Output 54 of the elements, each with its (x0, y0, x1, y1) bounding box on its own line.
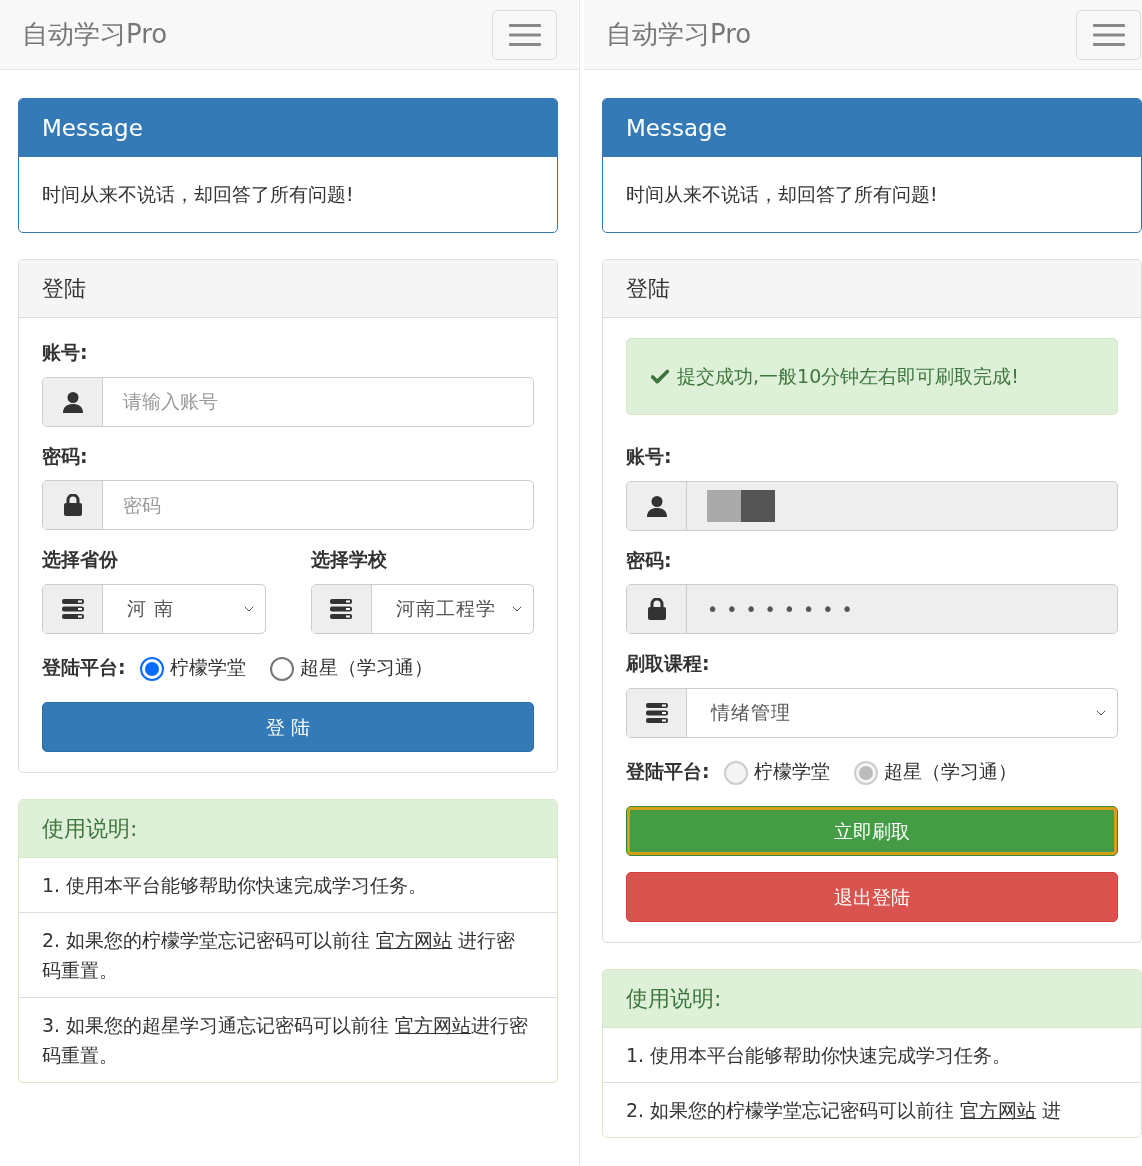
radio-label: 超星（学习通） (883, 758, 1017, 784)
radio-button[interactable] (269, 656, 294, 681)
brand-title[interactable]: 自动学习Pro (606, 15, 752, 54)
field-label: 选择学校 (310, 547, 388, 572)
field-label: 刷取课程: (626, 651, 711, 676)
list-icon (330, 598, 352, 619)
menu-button[interactable] (1076, 9, 1141, 60)
message-text: 时间从来不说话，却回答了所有问题! (42, 182, 354, 208)
menu-icon (1092, 23, 1125, 46)
panel-title: Message (626, 113, 727, 143)
action-button[interactable]: 退出登陆 (626, 872, 1118, 922)
instruction-text: 3. 如果您的超星学习通忘记密码可以前往 官方网站进行密码重置。 (42, 1013, 530, 1068)
instruction-text: 1. 使用本平台能够帮助你快速完成学习任务。 (626, 1043, 1013, 1068)
official-site-link[interactable]: 官方网站 (395, 1014, 472, 1036)
dropdown-select[interactable]: 河南工程学 (310, 583, 534, 634)
instruction-text: 2. 如果您的柠檬学堂忘记密码可以前往 官方网站 进行密码重置。 (42, 928, 517, 983)
panel-title: Message (42, 113, 143, 143)
platform-label: 登陆平台: (626, 758, 710, 784)
list-icon (61, 598, 84, 619)
panel-title: 登陆 (626, 275, 670, 303)
placeholder-text: 密码 (123, 492, 161, 518)
panel-title: 使用说明: (626, 985, 722, 1013)
field-label: 选择省份 (42, 547, 119, 572)
user-icon (646, 494, 667, 517)
brand-title[interactable]: 自动学习Pro (22, 15, 168, 54)
platform-label: 登陆平台: (42, 654, 126, 680)
action-button[interactable]: 登 陆 (42, 702, 534, 752)
action-button[interactable]: 立即刷取 (626, 806, 1118, 856)
lock-icon (646, 598, 667, 620)
user-icon (62, 390, 83, 413)
lock-icon (62, 494, 83, 516)
menu-button[interactable] (492, 9, 557, 60)
radio-button[interactable] (139, 656, 164, 681)
field-label: 密码: (42, 443, 89, 469)
radio-label: 超星（学习通） (299, 654, 433, 680)
panel-title: 登陆 (42, 275, 86, 303)
list-icon (645, 702, 668, 723)
radio-label: 柠檬学堂 (753, 758, 830, 784)
message-text: 时间从来不说话，却回答了所有问题! (626, 182, 938, 208)
radio-label: 柠檬学堂 (169, 654, 246, 680)
field-label: 账号: (626, 444, 673, 469)
panel-title: 使用说明: (42, 815, 138, 843)
alert-text: 提交成功,一般10分钟左右即可刷取完成! (677, 364, 1019, 390)
field-label: 账号: (42, 340, 89, 365)
password-value: •••••••• (707, 596, 861, 622)
official-site-link[interactable]: 官方网站 (376, 929, 453, 951)
dropdown-select[interactable]: 情绪管理 (626, 687, 1118, 738)
dropdown-select[interactable]: 河 南 (42, 583, 266, 634)
menu-icon (508, 23, 541, 46)
placeholder-text: 请输入账号 (123, 389, 218, 415)
field-label: 密码: (626, 547, 673, 573)
instruction-text: 2. 如果您的柠檬学堂忘记密码可以前往 官方网站 进 (626, 1098, 1063, 1123)
instruction-text: 1. 使用本平台能够帮助你快速完成学习任务。 (42, 873, 429, 898)
official-site-link[interactable]: 官方网站 (960, 1099, 1037, 1121)
